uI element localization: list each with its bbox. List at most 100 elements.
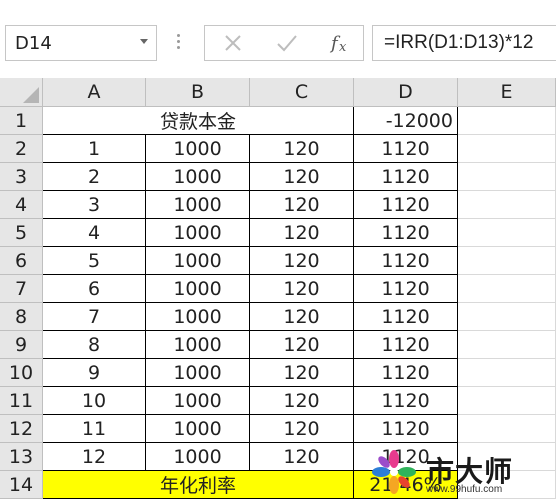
cell-c3[interactable]: 120 <box>250 163 354 191</box>
cell-b11[interactable]: 1000 <box>146 387 250 415</box>
cell-a5[interactable]: 4 <box>43 219 146 247</box>
cell-d6[interactable]: 1120 <box>354 247 458 275</box>
cell-d11[interactable]: 1120 <box>354 387 458 415</box>
cell-e9[interactable] <box>458 331 556 359</box>
row-header-11[interactable]: 11 <box>0 387 43 415</box>
column-header-d[interactable]: D <box>354 78 458 107</box>
watermark-logo-icon <box>372 450 416 494</box>
cell-d7[interactable]: 1120 <box>354 275 458 303</box>
cell-c10[interactable]: 120 <box>250 359 354 387</box>
cell-a10[interactable]: 9 <box>43 359 146 387</box>
cell-b13[interactable]: 1000 <box>146 443 250 471</box>
select-all-button[interactable] <box>0 78 43 107</box>
cell-a13[interactable]: 12 <box>43 443 146 471</box>
row-header-6[interactable]: 6 <box>0 247 43 275</box>
cell-e12[interactable] <box>458 415 556 443</box>
cell-a3[interactable]: 2 <box>43 163 146 191</box>
cell-b10[interactable]: 1000 <box>146 359 250 387</box>
row-header-10[interactable]: 10 <box>0 359 43 387</box>
cell-b5[interactable]: 1000 <box>146 219 250 247</box>
row-header-13[interactable]: 13 <box>0 443 43 471</box>
cell-b3[interactable]: 1000 <box>146 163 250 191</box>
cell-c2[interactable]: 120 <box>250 135 354 163</box>
cell-a7[interactable]: 6 <box>43 275 146 303</box>
cell-e1[interactable] <box>458 107 556 135</box>
cell-d12[interactable]: 1120 <box>354 415 458 443</box>
cell-a1-merged[interactable]: 贷款本金 <box>43 107 354 135</box>
cell-a4[interactable]: 3 <box>43 191 146 219</box>
cell-b8[interactable]: 1000 <box>146 303 250 331</box>
cell-c12[interactable]: 120 <box>250 415 354 443</box>
row-header-5[interactable]: 5 <box>0 219 43 247</box>
cell-e3[interactable] <box>458 163 556 191</box>
cell-d4[interactable]: 1120 <box>354 191 458 219</box>
drag-handle-icon[interactable] <box>175 32 181 54</box>
row-header-9[interactable]: 9 <box>0 331 43 359</box>
cell-e11[interactable] <box>458 387 556 415</box>
cell-a6[interactable]: 5 <box>43 247 146 275</box>
row-header-7[interactable]: 7 <box>0 275 43 303</box>
column-header-a[interactable]: A <box>43 78 146 107</box>
cell-e6[interactable] <box>458 247 556 275</box>
enter-button[interactable] <box>267 26 307 60</box>
cell-d5[interactable]: 1120 <box>354 219 458 247</box>
cell-e10[interactable] <box>458 359 556 387</box>
row-header-12[interactable]: 12 <box>0 415 43 443</box>
name-box-value: D14 <box>15 33 52 54</box>
row-header-1[interactable]: 1 <box>0 107 43 135</box>
cell-e8[interactable] <box>458 303 556 331</box>
cell-d2[interactable]: 1120 <box>354 135 458 163</box>
watermark: 市大师 www.99hufu.com <box>366 442 556 499</box>
cell-c7[interactable]: 120 <box>250 275 354 303</box>
cell-a14-merged[interactable]: 年化利率 <box>43 471 354 499</box>
row-header-4[interactable]: 4 <box>0 191 43 219</box>
cell-e7[interactable] <box>458 275 556 303</box>
name-box[interactable]: D14 <box>5 25 157 61</box>
cell-d8[interactable]: 1120 <box>354 303 458 331</box>
row-header-8[interactable]: 8 <box>0 303 43 331</box>
cell-a2[interactable]: 1 <box>43 135 146 163</box>
cell-b7[interactable]: 1000 <box>146 275 250 303</box>
formula-buttons: f x <box>204 25 364 61</box>
watermark-url: www.99hufu.com <box>426 484 503 495</box>
select-all-triangle-icon <box>23 87 39 103</box>
column-header-e[interactable]: E <box>458 78 556 107</box>
cell-c8[interactable]: 120 <box>250 303 354 331</box>
cell-c11[interactable]: 120 <box>250 387 354 415</box>
cell-d9[interactable]: 1120 <box>354 331 458 359</box>
insert-function-button[interactable]: f x <box>321 26 361 60</box>
svg-text:x: x <box>339 40 347 55</box>
cell-b2[interactable]: 1000 <box>146 135 250 163</box>
row-header-14[interactable]: 14 <box>0 471 43 499</box>
cell-c6[interactable]: 120 <box>250 247 354 275</box>
formula-text: =IRR(D1:D13)*12 <box>384 32 534 53</box>
cell-c9[interactable]: 120 <box>250 331 354 359</box>
cell-c5[interactable]: 120 <box>250 219 354 247</box>
column-header-b[interactable]: B <box>146 78 250 107</box>
cell-a8[interactable]: 7 <box>43 303 146 331</box>
cell-b4[interactable]: 1000 <box>146 191 250 219</box>
function-icon: f x <box>329 33 347 55</box>
cell-a11[interactable]: 10 <box>43 387 146 415</box>
cancel-button[interactable] <box>213 26 253 60</box>
cell-d10[interactable]: 1120 <box>354 359 458 387</box>
row-header-2[interactable]: 2 <box>0 135 43 163</box>
column-header-c[interactable]: C <box>250 78 354 107</box>
cell-b6[interactable]: 1000 <box>146 247 250 275</box>
cell-a9[interactable]: 8 <box>43 331 146 359</box>
cell-d3[interactable]: 1120 <box>354 163 458 191</box>
formula-bar-area: D14 f x =IRR(D1:D13)*12 <box>0 0 556 79</box>
cell-e5[interactable] <box>458 219 556 247</box>
formula-input[interactable]: =IRR(D1:D13)*12 <box>372 25 556 61</box>
cell-c13[interactable]: 120 <box>250 443 354 471</box>
cell-d1[interactable]: -12000 <box>354 107 458 135</box>
cell-c4[interactable]: 120 <box>250 191 354 219</box>
cell-e2[interactable] <box>458 135 556 163</box>
cell-a12[interactable]: 11 <box>43 415 146 443</box>
cell-b9[interactable]: 1000 <box>146 331 250 359</box>
cell-b12[interactable]: 1000 <box>146 415 250 443</box>
close-icon <box>225 35 241 51</box>
cell-e4[interactable] <box>458 191 556 219</box>
chevron-down-icon[interactable] <box>140 39 148 44</box>
row-header-3[interactable]: 3 <box>0 163 43 191</box>
